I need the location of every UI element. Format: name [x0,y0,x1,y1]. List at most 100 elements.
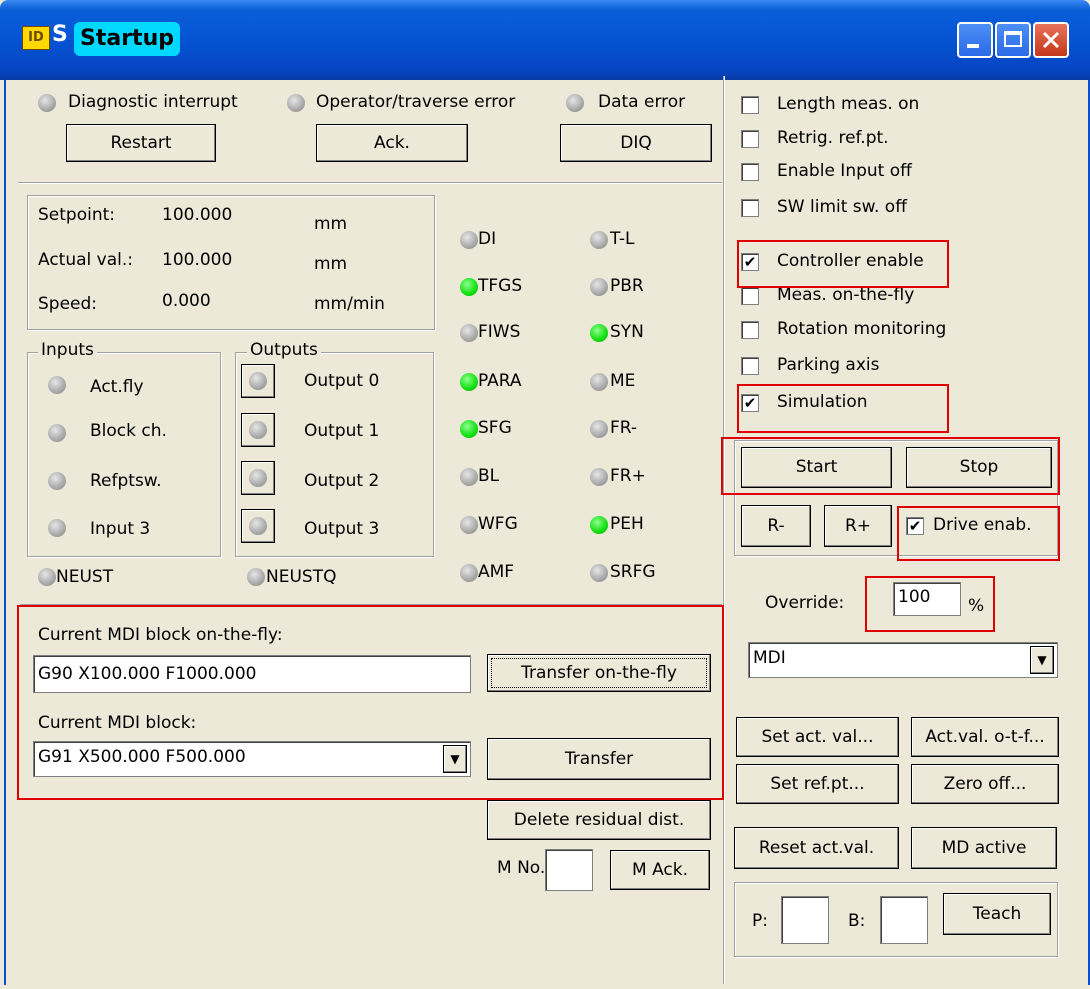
status-label-me: ME [610,371,636,391]
start-label: Start [795,457,838,477]
checkbox-label: Simulation [777,392,868,412]
teach-b-label: B: [848,911,866,931]
checkbox-parking-axis[interactable] [741,357,759,375]
r-plus-label: R+ [844,516,872,536]
close-button[interactable] [1033,22,1069,58]
status-led-me [590,373,608,391]
mdi-fly-label: Current MDI block on-the-fly: [38,625,283,645]
r-plus-button[interactable]: R+ [824,505,892,547]
checkbox-meas-on-the-fly[interactable] [741,287,759,305]
input-label-0: Act.fly [90,377,144,397]
mno-input[interactable] [545,849,593,891]
output-label-3: Output 3 [304,519,380,539]
override-label: Override: [765,593,845,613]
status-label-wfg: WFG [478,514,518,534]
act-val-otf-button[interactable]: Act.val. o-t-f... [911,717,1059,757]
minimize-button[interactable] [957,22,993,58]
status-led-pbr [590,278,608,296]
mode-dropdown-button[interactable]: ▼ [1030,646,1054,674]
teach-p-input[interactable] [781,896,829,944]
zero-off-button[interactable]: Zero off... [911,764,1059,804]
status-led-di [460,231,478,249]
mack-button[interactable]: M Ack. [610,850,710,890]
checkbox-sw-limit-sw-off[interactable] [741,199,759,217]
override-input[interactable]: 100 [893,582,961,616]
teach-b-input[interactable] [880,896,928,944]
status-led-para [460,373,478,391]
checkbox-simulation[interactable]: ✔ [741,394,759,412]
drive-enab-label: Drive enab. [933,515,1032,535]
input-label-3: Input 3 [90,519,151,539]
transfer-on-the-fly-button[interactable]: Transfer on-the-fly [487,654,711,692]
status-led-tfgs [460,278,478,296]
teach-button[interactable]: Teach [943,893,1051,935]
status-led-peh [590,516,608,534]
mdi-fly-input[interactable]: G90 X100.000 F1000.000 [33,655,471,693]
zero-off-label: Zero off... [943,774,1027,794]
checkbox-controller-enable[interactable]: ✔ [741,253,759,271]
title-bar[interactable]: ID S Startup [0,0,1090,80]
status-label-srfg: SRFG [610,562,656,582]
status-label-fr-: FR+ [610,466,646,486]
status-label-peh: PEH [610,514,644,534]
app-icon: ID [22,26,50,50]
status-label-sfg: SFG [478,418,512,438]
checkbox-length-meas-on[interactable] [741,96,759,114]
status-label-para: PARA [478,371,522,391]
mno-label: M No. [497,858,546,878]
override-unit: % [968,596,985,616]
checkbox-retrig-ref-pt[interactable] [741,130,759,148]
outputs-title: Outputs [247,340,321,360]
input-label-2: Refptsw. [90,471,162,491]
output-button-2[interactable] [241,461,275,495]
r-minus-label: R- [767,516,785,536]
operator-label: Operator/traverse error [316,92,516,112]
teach-label: Teach [972,904,1022,924]
output-led-0 [249,372,267,390]
actual-unit: mm [314,254,348,274]
status-label-syn: SYN [610,322,644,342]
r-minus-button[interactable]: R- [741,505,811,547]
set-ref-pt-button[interactable]: Set ref.pt... [736,764,899,804]
restart-button[interactable]: Restart [66,124,216,162]
minimize-icon [967,44,979,48]
transfer-button[interactable]: Transfer [487,738,711,780]
md-active-button[interactable]: MD active [911,827,1057,869]
data-error-led [566,94,584,112]
status-led-wfg [460,516,478,534]
stop-button[interactable]: Stop [906,447,1052,488]
status-label-bl: BL [478,466,500,486]
reset-act-val-button[interactable]: Reset act.val. [734,827,899,869]
start-button[interactable]: Start [741,447,892,488]
output-button-1[interactable] [241,413,275,447]
set-act-val-button[interactable]: Set act. val... [736,717,899,757]
status-label-di: DI [478,229,497,249]
mdi-block-combo[interactable]: G91 X500.000 F500.000 [33,741,471,777]
diq-button[interactable]: DIQ [560,124,712,162]
mode-select[interactable]: MDI [748,642,1058,678]
neust-label: NEUST [56,567,114,587]
drive-enab-checkbox[interactable]: ✔ [906,517,924,535]
chevron-down-icon: ▼ [450,752,460,766]
output-led-3 [249,517,267,535]
mdi-block-value: G91 X500.000 F500.000 [38,747,246,767]
maximize-icon [1004,31,1022,47]
mdi-block-dropdown-button[interactable]: ▼ [443,745,467,773]
ack-button[interactable]: Ack. [316,124,468,162]
checkbox-enable-input-off[interactable] [741,163,759,181]
neust-led [38,568,56,586]
output-button-3[interactable] [241,509,275,543]
override-value: 100 [898,587,931,607]
output-label-2: Output 2 [304,471,380,491]
output-button-0[interactable] [241,364,275,398]
status-label-amf: AMF [478,562,515,582]
status-label-t-l: T-L [610,229,635,249]
delete-residual-button[interactable]: Delete residual dist. [487,800,711,840]
act-val-otf-label: Act.val. o-t-f... [925,727,1045,747]
checkbox-rotation-monitoring[interactable] [741,321,759,339]
restart-label: Restart [110,133,172,153]
maximize-button[interactable] [995,22,1031,58]
error-divider [18,182,722,184]
neustq-led [247,568,265,586]
transfer-label: Transfer [564,749,634,769]
